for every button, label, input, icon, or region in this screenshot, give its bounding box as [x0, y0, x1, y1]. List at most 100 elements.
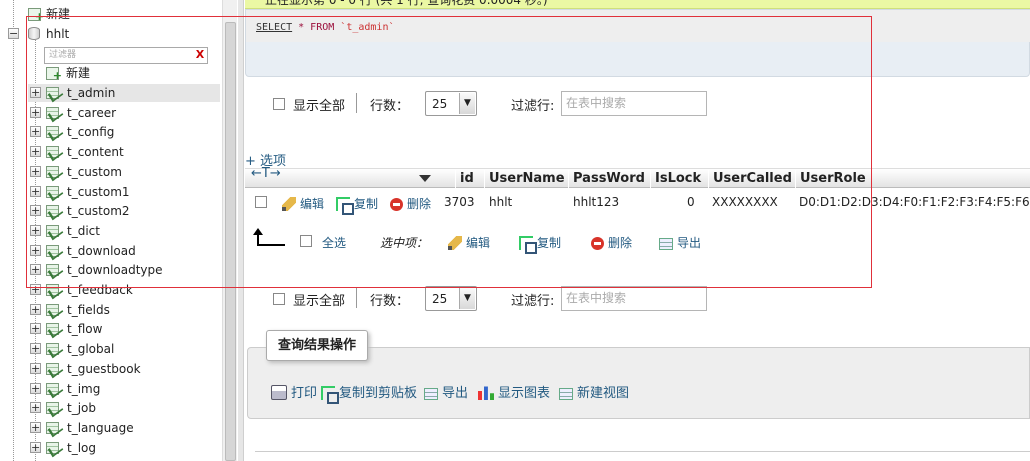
row-edit-link[interactable]: 编辑 — [282, 195, 324, 212]
nav-new-table-label: 新建 — [66, 66, 91, 80]
sidebar-item-label: t_feedback — [67, 283, 133, 297]
pencil-icon — [448, 236, 462, 250]
check-all-checkbox[interactable] — [300, 235, 312, 247]
print-link[interactable]: 打印 — [271, 382, 317, 401]
cell-id[interactable]: 3703 — [444, 195, 475, 209]
table-icon — [46, 402, 59, 414]
show-all-checkbox[interactable] — [273, 98, 285, 110]
sidebar-item-label: t_img — [67, 382, 101, 396]
chevron-down-icon[interactable]: ▼ — [459, 93, 475, 114]
table-row: 编辑 复制 删除 3703 hhlt hhlt123 0 XXXXXXXX D0… — [245, 190, 1030, 216]
cell-usercalled[interactable]: XXXXXXXX — [712, 195, 778, 209]
with-selected-label: 选中项： — [380, 236, 429, 250]
collapse-icon[interactable]: − — [8, 28, 19, 39]
rows-per-page-select[interactable]: 25 ▼ — [425, 286, 477, 311]
expand-icon[interactable]: + — [30, 422, 41, 433]
show-all-checkbox[interactable] — [273, 293, 285, 305]
expand-icon[interactable]: + — [30, 402, 41, 413]
expand-icon[interactable]: + — [30, 126, 41, 137]
expand-icon[interactable]: + — [30, 146, 41, 157]
rows-per-page-select[interactable]: 25 ▼ — [425, 91, 477, 116]
create-view-label: 新建视图 — [577, 386, 630, 401]
bulk-edit-label: 编辑 — [466, 236, 491, 250]
sidebar-item-label: t_download — [67, 244, 136, 258]
sql-query-box: SELECT * FROM `t_admin` — [245, 9, 1030, 77]
expand-icon[interactable]: + — [30, 442, 41, 453]
cell-username[interactable]: hhlt — [489, 195, 512, 209]
table-icon — [46, 205, 59, 217]
create-view-link[interactable]: 新建视图 — [559, 382, 629, 401]
bulk-copy-button[interactable]: 复制 — [519, 234, 561, 254]
sidebar-item-label: t_config — [67, 125, 115, 139]
expand-icon[interactable]: + — [30, 323, 41, 334]
expand-icon[interactable]: + — [30, 107, 41, 118]
expand-icon[interactable]: + — [30, 205, 41, 216]
sidebar-item-label: t_flow — [67, 322, 103, 336]
column-header-username[interactable]: UserName — [484, 170, 565, 188]
filter-clear-icon[interactable]: X — [195, 48, 205, 62]
table-icon — [46, 186, 59, 198]
sort-menu-icon[interactable] — [419, 175, 431, 182]
expand-icon[interactable]: + — [30, 304, 41, 315]
column-arrows-control[interactable]: ←T→ — [251, 166, 281, 181]
expand-icon[interactable]: + — [30, 363, 41, 374]
sql-query-text[interactable]: SELECT * FROM `t_admin` — [256, 22, 394, 33]
column-header-password[interactable]: PassWord — [568, 170, 645, 188]
navigation-tree: 新建 − hhlt 过滤器 X 新建 + t_admin + t_career + t_c… — [0, 0, 222, 461]
table-filter-input[interactable]: 过滤器 — [44, 47, 208, 64]
table-icon — [46, 225, 59, 237]
nav-scrollbar-thumb[interactable] — [225, 22, 236, 461]
row-delete-link[interactable]: 删除 — [390, 195, 431, 212]
column-header-id[interactable]: id — [455, 170, 474, 188]
filter-rows-input[interactable]: 在表中搜索 — [561, 286, 707, 311]
bulk-edit-button[interactable]: 编辑 — [448, 234, 490, 251]
sql-keyword-select[interactable]: SELECT — [256, 22, 292, 33]
copy-icon — [336, 197, 354, 215]
expand-icon[interactable]: + — [30, 225, 41, 236]
sidebar-item-t-admin[interactable]: + t_admin — [28, 84, 220, 102]
row-copy-link[interactable]: 复制 — [336, 195, 379, 215]
query-results-operations-title: 查询结果操作 — [266, 330, 369, 361]
column-header-userrole[interactable]: UserRole — [795, 170, 866, 188]
tree-line — [13, 0, 14, 461]
check-all-label[interactable]: 全选 — [322, 234, 346, 251]
sidebar-item-label: t_fields — [67, 303, 110, 317]
sql-query-area[interactable]: SELECT * FROM `t_admin` — [246, 10, 1030, 42]
expand-icon[interactable]: + — [30, 186, 41, 197]
bar-chart-icon — [478, 386, 494, 400]
sidebar-item-label: t_dict — [67, 224, 100, 238]
expand-icon[interactable]: + — [30, 383, 41, 394]
cell-password[interactable]: hhlt123 — [573, 195, 619, 209]
expand-icon[interactable]: + — [30, 87, 41, 98]
show-all-label[interactable]: 显示全部 — [293, 290, 345, 309]
cell-islock[interactable]: 0 — [687, 195, 695, 209]
column-header-islock[interactable]: IsLock — [650, 170, 701, 188]
export-link[interactable]: 导出 — [424, 382, 468, 401]
expand-icon[interactable]: + — [30, 264, 41, 275]
show-chart-link[interactable]: 显示图表 — [478, 382, 550, 401]
expand-icon[interactable]: + — [30, 245, 41, 256]
expand-icon[interactable]: + — [30, 166, 41, 177]
sql-keyword-rest: * FROM — [292, 22, 341, 33]
row-checkbox[interactable] — [255, 196, 267, 208]
expand-icon[interactable]: + — [30, 284, 41, 295]
table-icon — [46, 166, 59, 178]
copy-to-clipboard-link[interactable]: 复制到剪贴板 — [321, 382, 417, 404]
show-all-label[interactable]: 显示全部 — [293, 95, 345, 114]
pane-splitter[interactable] — [238, 0, 244, 461]
sidebar-item-label: t_custom — [67, 165, 122, 179]
filter-rows-input[interactable]: 在表中搜索 — [561, 91, 707, 116]
cell-userrole[interactable]: D0:D1:D2:D3:D4:F0:F1:F2:F3:F4:F5:F6 — [799, 195, 1030, 209]
bulk-export-button[interactable]: 导出 — [659, 234, 701, 251]
bulk-delete-button[interactable]: 删除 — [591, 234, 632, 251]
chevron-down-icon[interactable]: ▼ — [459, 288, 475, 309]
table-icon — [46, 383, 59, 395]
copy-icon — [321, 386, 339, 404]
row-copy-label: 复制 — [354, 197, 379, 211]
nav-scrollbar[interactable] — [222, 0, 237, 461]
copy-icon — [519, 236, 537, 254]
new-database-icon — [28, 8, 44, 26]
column-header-usercalled[interactable]: UserCalled — [708, 170, 792, 188]
expand-icon[interactable]: + — [30, 343, 41, 354]
bulk-export-label: 导出 — [677, 236, 702, 250]
